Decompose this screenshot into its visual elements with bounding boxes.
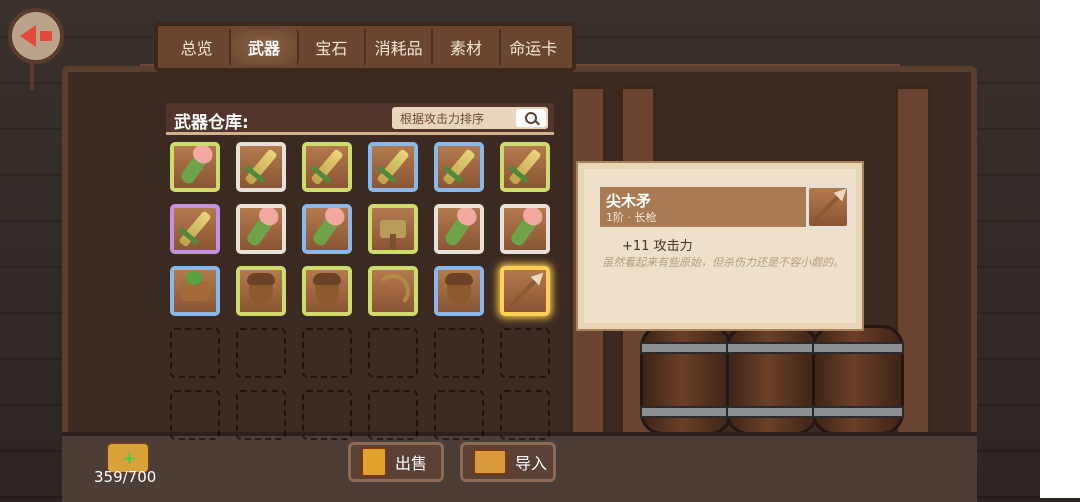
plus-icon: + bbox=[122, 448, 138, 469]
inventory-slot-empty[interactable] bbox=[368, 390, 418, 440]
sort-search-button[interactable] bbox=[516, 109, 546, 127]
item-name: 尖木矛 bbox=[606, 192, 652, 210]
inventory-slot[interactable] bbox=[368, 266, 418, 316]
item-detail-card: 尖木矛 1阶 · 长枪 +11 攻击力 虽然看起来有些原始，但杀伤力还是不容小觑… bbox=[578, 163, 862, 329]
import-label: 导入 bbox=[515, 454, 548, 473]
tab-gems[interactable]: 宝石 bbox=[299, 29, 366, 65]
inventory-slot-selected[interactable] bbox=[500, 266, 550, 316]
item-type: 1阶 · 长枪 bbox=[606, 211, 657, 224]
trash-bin-icon bbox=[361, 447, 387, 477]
warehouse-header: 武器仓库: 根据攻击力排序 bbox=[166, 103, 554, 135]
peach-club-icon bbox=[178, 148, 212, 186]
inventory-slot-empty[interactable] bbox=[434, 328, 484, 378]
item-attack-stat: +11 攻击力 bbox=[622, 239, 693, 254]
back-button[interactable] bbox=[8, 8, 64, 64]
inventory-slot-empty[interactable] bbox=[170, 390, 220, 440]
inventory-slot-empty[interactable] bbox=[500, 328, 550, 378]
tab-materials[interactable]: 素材 bbox=[433, 29, 501, 65]
tab-weapons[interactable]: 武器 bbox=[231, 29, 299, 65]
log-cannon-icon bbox=[180, 271, 210, 301]
sell-button[interactable]: 出售 bbox=[348, 442, 444, 482]
inventory-slot[interactable] bbox=[500, 142, 550, 192]
import-button[interactable]: 导入 bbox=[460, 442, 556, 482]
capacity-counter: 359/700 bbox=[94, 468, 157, 486]
tab-overview[interactable]: 总览 bbox=[164, 29, 232, 65]
sort-dropdown[interactable]: 根据攻击力排序 bbox=[392, 107, 548, 129]
inventory-slot-empty[interactable] bbox=[500, 390, 550, 440]
tab-consumables[interactable]: 消耗品 bbox=[366, 29, 434, 65]
inventory-grid bbox=[170, 142, 550, 440]
sword-icon bbox=[244, 148, 278, 186]
spear-icon bbox=[812, 191, 844, 223]
screen-edge bbox=[1040, 0, 1080, 498]
search-icon bbox=[525, 112, 537, 124]
hammer-icon bbox=[380, 220, 406, 250]
back-arrow-icon bbox=[20, 25, 36, 47]
inventory-slot[interactable] bbox=[302, 266, 352, 316]
inventory-slot[interactable] bbox=[302, 142, 352, 192]
item-description: 虽然看起来有些原始，但杀伤力还是不容小觑的。 bbox=[602, 256, 844, 269]
back-button-stand bbox=[30, 62, 34, 90]
acorn-icon bbox=[445, 273, 473, 305]
treasure-chest-icon bbox=[473, 449, 507, 475]
category-tabs: 总览 武器 宝石 消耗品 素材 命运卡 bbox=[154, 22, 576, 72]
sell-label: 出售 bbox=[395, 454, 428, 473]
peach-club-icon bbox=[244, 210, 278, 248]
tab-fate-cards[interactable]: 命运卡 bbox=[501, 29, 566, 65]
spear-icon bbox=[509, 275, 541, 307]
sword-icon bbox=[508, 148, 542, 186]
peach-club-icon bbox=[442, 210, 476, 248]
sword-icon bbox=[310, 148, 344, 186]
inventory-slot[interactable] bbox=[368, 142, 418, 192]
peach-club-icon bbox=[310, 210, 344, 248]
peach-club-icon bbox=[508, 210, 542, 248]
inventory-slot-empty[interactable] bbox=[302, 390, 352, 440]
inventory-slot[interactable] bbox=[236, 266, 286, 316]
inventory-slot[interactable] bbox=[368, 204, 418, 254]
inventory-slot-empty[interactable] bbox=[170, 328, 220, 378]
inventory-slot[interactable] bbox=[236, 142, 286, 192]
acorn-icon bbox=[247, 273, 275, 305]
item-thumbnail bbox=[806, 185, 850, 229]
bow-icon bbox=[376, 274, 410, 308]
inventory-slot-empty[interactable] bbox=[236, 390, 286, 440]
inventory-slot-empty[interactable] bbox=[302, 328, 352, 378]
inventory-slot-empty[interactable] bbox=[434, 390, 484, 440]
inventory-slot[interactable] bbox=[302, 204, 352, 254]
inventory-slot-empty[interactable] bbox=[236, 328, 286, 378]
sword-icon bbox=[178, 210, 212, 248]
warehouse-title: 武器仓库: bbox=[174, 113, 249, 133]
inventory-slot[interactable] bbox=[170, 142, 220, 192]
inventory-slot[interactable] bbox=[434, 142, 484, 192]
inventory-slot[interactable] bbox=[170, 266, 220, 316]
item-detail-header: 尖木矛 1阶 · 长枪 bbox=[600, 187, 806, 227]
sword-icon bbox=[442, 148, 476, 186]
inventory-slot[interactable] bbox=[434, 204, 484, 254]
acorn-icon bbox=[313, 273, 341, 305]
inventory-slot[interactable] bbox=[500, 204, 550, 254]
inventory-slot[interactable] bbox=[434, 266, 484, 316]
sword-icon bbox=[376, 148, 410, 186]
inventory-slot[interactable] bbox=[236, 204, 286, 254]
barrels-decoration bbox=[640, 325, 910, 435]
sort-label: 根据攻击力排序 bbox=[400, 112, 485, 126]
inventory-slot-empty[interactable] bbox=[368, 328, 418, 378]
inventory-slot[interactable] bbox=[170, 204, 220, 254]
